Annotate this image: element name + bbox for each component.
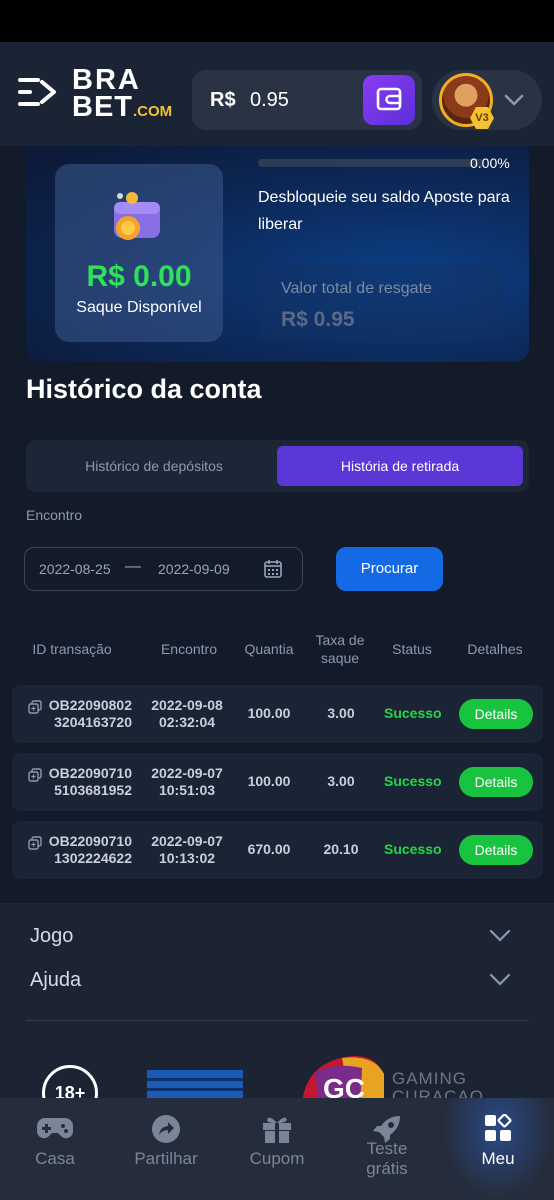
progress-percent: 0.00% — [470, 155, 510, 171]
nav-casa[interactable]: Casa — [0, 1098, 110, 1200]
wallet-coin-icon — [114, 192, 160, 240]
transaction-date: 2022-09-07 10:13:02 — [151, 833, 223, 866]
unlock-text: Desbloqueie seu saldo Aposte para libera… — [258, 189, 510, 233]
date-separator: — — [125, 558, 141, 575]
date-from[interactable]: 2022-08-25 — [39, 561, 111, 577]
col-header-amount: Quantia — [244, 641, 294, 657]
nav-cupom[interactable]: Cupom — [222, 1098, 332, 1200]
transaction-id: OB22090802 3204163720 — [48, 697, 132, 730]
progress-bar — [258, 159, 484, 167]
share-icon — [152, 1115, 180, 1143]
transaction-amount: 100.00 — [247, 773, 291, 789]
gift-icon — [263, 1117, 291, 1143]
col-header-status: Status — [392, 641, 432, 657]
accordion-ajuda[interactable]: Ajuda — [30, 969, 81, 992]
table-row: OB22090802 3204163720 2022-09-08 02:32:04 10… — [12, 685, 543, 743]
date-to[interactable]: 2022-09-09 — [158, 561, 230, 577]
transaction-date: 2022-09-07 10:51:03 — [151, 765, 223, 798]
available-value: R$ 0.00 — [86, 260, 192, 293]
wallet-button[interactable] — [363, 75, 415, 125]
transaction-amount: 670.00 — [247, 841, 291, 857]
gamepad-icon — [37, 1118, 73, 1139]
balance-amount: 0.95 — [250, 89, 289, 111]
divider — [26, 1020, 529, 1021]
transaction-id: OB22090710 1302224622 — [48, 833, 132, 866]
total-redeem-value: R$ 0.95 — [281, 308, 355, 331]
col-header-id: ID transação — [32, 641, 112, 657]
nav-teste-gratis[interactable]: Teste grátis — [332, 1098, 442, 1200]
chevron-down-icon[interactable] — [489, 973, 511, 987]
tab-withdrawals[interactable]: História de retirada — [277, 446, 523, 486]
chevron-down-icon[interactable] — [489, 929, 511, 943]
total-redeem-box: Valor total de resgate R$ 0.95 — [258, 264, 504, 342]
bottom-navigation: Casa Partilhar Cupom Teste grátis Meu — [0, 1098, 554, 1200]
chevron-down-icon[interactable] — [503, 89, 525, 111]
transaction-amount: 100.00 — [247, 705, 291, 721]
nav-meu[interactable]: Meu — [442, 1098, 554, 1200]
status-badge: Sucesso — [384, 773, 442, 789]
col-header-date: Encontro — [160, 641, 218, 657]
transaction-id: OB22090710 5103681952 — [48, 765, 132, 798]
history-tabs: Histórico de depósitos História de retir… — [26, 440, 529, 492]
available-label: Saque Disponível — [76, 299, 202, 316]
date-label: Encontro — [26, 507, 83, 523]
total-redeem-label: Valor total de resgate — [281, 280, 432, 297]
tab-deposits[interactable]: Histórico de depósitos — [32, 446, 276, 486]
page-title: Histórico da conta — [26, 374, 262, 404]
menu-icon[interactable] — [18, 76, 58, 108]
sigap-logo — [147, 1070, 243, 1100]
transaction-fee: 3.00 — [327, 773, 355, 789]
status-bar — [0, 0, 554, 42]
accordion-jogo[interactable]: Jogo — [30, 925, 73, 948]
table-row: OB22090710 5103681952 2022-09-07 10:51:03 10… — [12, 753, 543, 811]
status-badge: Sucesso — [384, 705, 442, 721]
nav-partilhar[interactable]: Partilhar — [110, 1098, 222, 1200]
col-header-fee: Taxa de saque — [315, 632, 365, 666]
withdraw-card: R$ 0.00 Saque Disponível 0.00% Desbloque… — [26, 146, 529, 362]
balance-currency: R$ — [210, 89, 236, 111]
apps-icon — [485, 1114, 512, 1141]
table-row: OB22090710 1302224622 2022-09-07 10:13:02 67… — [12, 821, 543, 879]
details-button[interactable]: Details — [459, 767, 533, 797]
wallet-icon — [376, 87, 402, 111]
calendar-icon[interactable] — [263, 559, 283, 579]
details-button[interactable]: Details — [459, 699, 533, 729]
transaction-date: 2022-09-08 02:32:04 — [151, 697, 223, 730]
status-badge: Sucesso — [384, 841, 442, 857]
transaction-fee: 20.10 — [323, 841, 359, 857]
details-button[interactable]: Details — [459, 835, 533, 865]
transaction-fee: 3.00 — [327, 705, 355, 721]
search-button[interactable]: Procurar — [336, 547, 443, 591]
col-header-details: Detalhes — [467, 641, 523, 657]
brabet-logo[interactable]: BRA BET.COM — [72, 66, 182, 122]
date-range-picker[interactable]: 2022-08-25 — 2022-09-09 — [24, 547, 303, 591]
